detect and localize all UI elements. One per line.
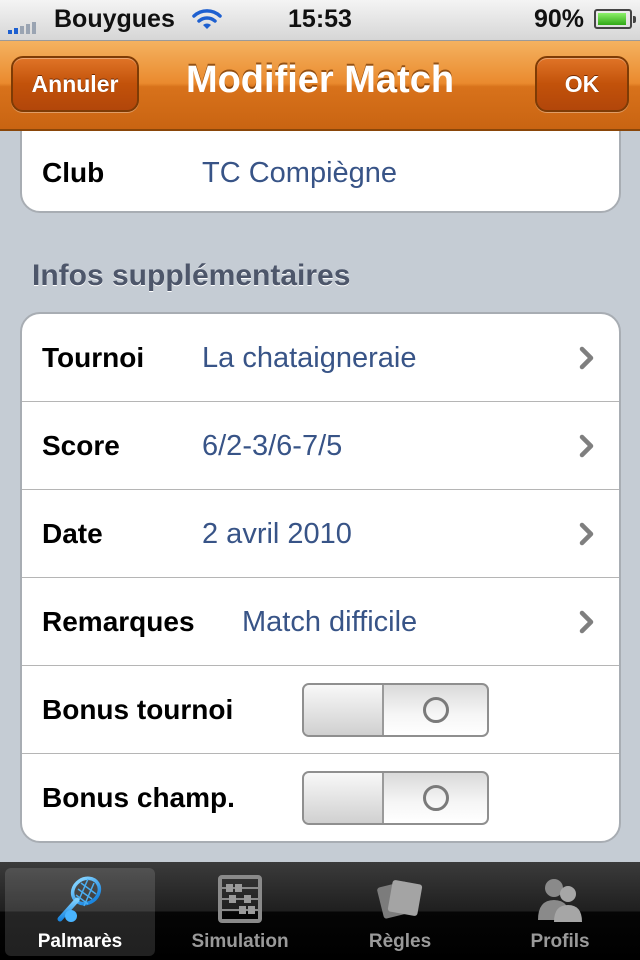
chevron-right-icon — [579, 610, 594, 634]
tab-label: Profils — [530, 931, 590, 952]
remarques-row[interactable]: Remarques Match difficile — [22, 578, 619, 666]
navigation-bar: Annuler Modifier Match OK — [0, 41, 640, 131]
switch-off-icon — [423, 697, 449, 723]
score-row[interactable]: Score 6/2-3/6-7/5 — [22, 402, 619, 490]
tab-simulation[interactable]: Simulation — [165, 868, 315, 956]
remarques-label: Remarques — [42, 606, 195, 637]
chevron-right-icon — [579, 522, 594, 546]
tab-label: Règles — [368, 931, 432, 952]
chevron-right-icon — [579, 434, 594, 458]
tournoi-row[interactable]: Tournoi La chataigneraie — [22, 314, 619, 402]
bonus-tournoi-row: Bonus tournoi — [22, 666, 619, 754]
battery-icon — [594, 9, 636, 29]
tournoi-value: La chataigneraie — [202, 342, 417, 374]
switch-knob — [304, 773, 384, 823]
tab-label: Simulation — [191, 931, 289, 952]
form-content[interactable]: Club TC Compiègne Infos supplémentaires … — [0, 131, 640, 861]
club-group: Club TC Compiègne — [20, 131, 621, 213]
people-icon — [532, 874, 588, 929]
extra-info-group: Tournoi La chataigneraie Score 6/2-3/6-7… — [20, 312, 621, 843]
tab-profils[interactable]: Profils — [485, 868, 635, 956]
tab-bar: Palmarès Simulation Règles Profils — [0, 862, 640, 960]
cancel-button[interactable]: Annuler — [11, 56, 139, 112]
cards-icon — [372, 874, 428, 929]
club-row[interactable]: Club TC Compiègne — [22, 133, 619, 211]
tab-palmares[interactable]: Palmarès — [5, 868, 155, 956]
tab-label: Palmarès — [37, 931, 123, 952]
abacus-icon — [217, 874, 263, 929]
tournoi-label: Tournoi — [42, 342, 145, 373]
bonus-champ-switch[interactable] — [302, 771, 489, 825]
date-row[interactable]: Date 2 avril 2010 — [22, 490, 619, 578]
page-title: Modifier Match — [185, 59, 455, 101]
date-label: Date — [42, 518, 103, 549]
section-header: Infos supplémentaires — [32, 259, 351, 292]
club-label: Club — [42, 157, 105, 188]
score-label: Score — [42, 430, 120, 461]
bonus-champ-label: Bonus champ. — [42, 782, 235, 813]
remarques-value: Match difficile — [242, 606, 418, 638]
score-value: 6/2-3/6-7/5 — [202, 430, 343, 462]
club-value: TC Compiègne — [202, 157, 398, 189]
status-bar: Bouygues 15:53 90% — [0, 0, 640, 41]
bonus-champ-row: Bonus champ. — [22, 754, 619, 841]
ok-button[interactable]: OK — [535, 56, 629, 112]
switch-knob — [304, 685, 384, 735]
tennis-racket-icon — [54, 874, 106, 931]
bonus-tournoi-switch[interactable] — [302, 683, 489, 737]
tab-regles[interactable]: Règles — [325, 868, 475, 956]
battery-percent: 90% — [533, 5, 584, 33]
chevron-right-icon — [579, 346, 594, 370]
bonus-tournoi-label: Bonus tournoi — [42, 694, 234, 725]
date-value: 2 avril 2010 — [202, 518, 352, 550]
switch-off-icon — [423, 785, 449, 811]
